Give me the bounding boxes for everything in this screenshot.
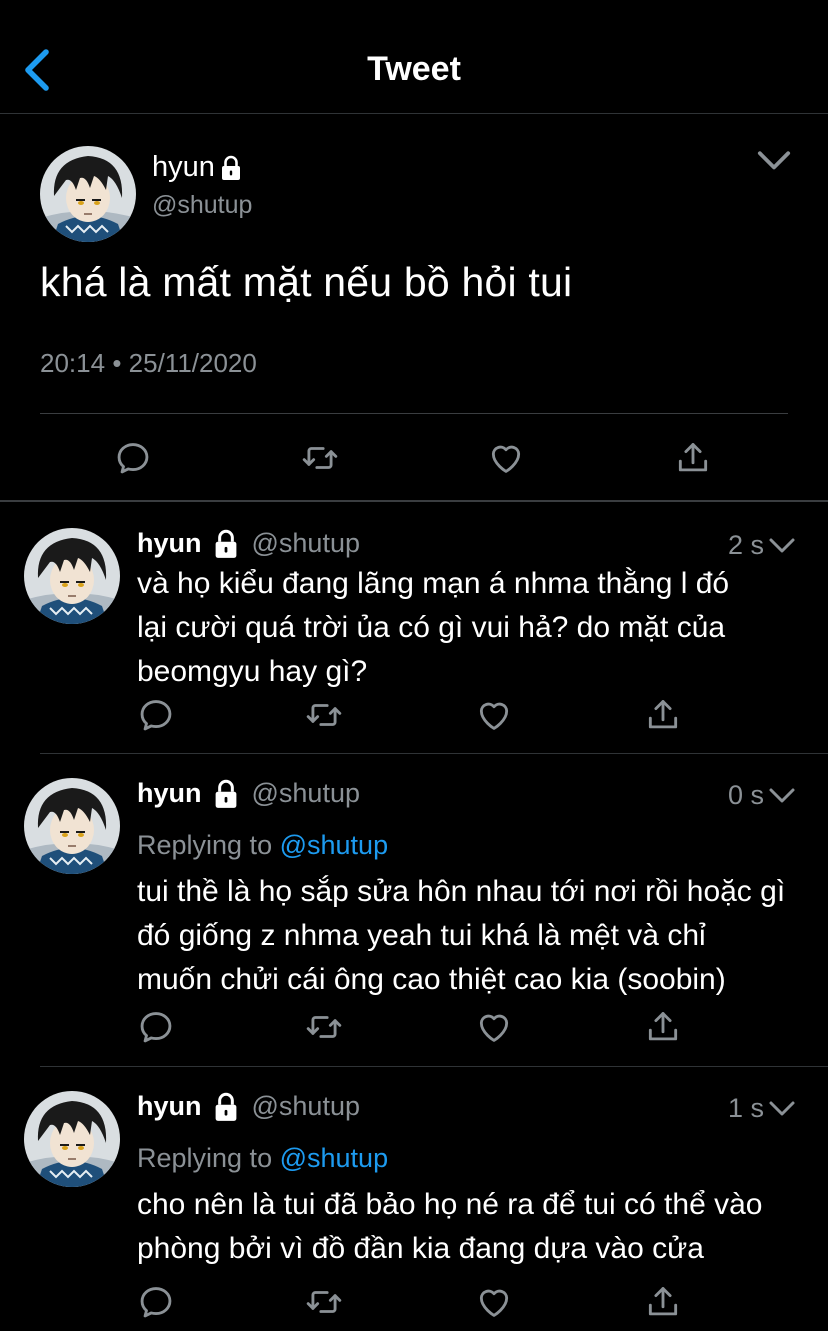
reply-text-line: tui thề là họ sắp sửa hôn nhau tới nơi r…	[137, 875, 786, 908]
reply-tweet[interactable]: hyun @shutup 2 s và họ kiểu đang lãng mạ…	[0, 504, 828, 754]
reply-header: hyun @shutup	[137, 1091, 360, 1122]
share-icon[interactable]	[674, 439, 712, 477]
author-handle[interactable]: @shutup	[252, 528, 360, 559]
page-title: Tweet	[367, 50, 461, 88]
reply-text-line: phòng bởi vì đồ đần kia đang dựa vào cửa	[137, 1232, 704, 1265]
share-icon[interactable]	[644, 1008, 682, 1046]
meta-separator: •	[112, 348, 122, 378]
tweet-date: 25/11/2020	[128, 348, 257, 378]
reply-icon[interactable]	[137, 1283, 175, 1321]
author-name[interactable]: hyun	[137, 528, 202, 559]
avatar[interactable]	[24, 778, 120, 874]
main-tweet: hyun @shutup khá là mất mặt nếu bồ hỏi t…	[0, 114, 828, 502]
reply-text-line: lại cười quá trời ủa có gì vui hả? do mặ…	[137, 611, 726, 644]
reply-header: hyun @shutup	[137, 528, 360, 559]
reply-icon[interactable]	[137, 1008, 175, 1046]
retweet-icon[interactable]	[305, 1283, 343, 1321]
tweet-text: khá là mất mặt nếu bồ hỏi tui	[40, 259, 573, 305]
lock-icon	[212, 779, 240, 809]
replying-to: Replying to @shutup	[137, 1143, 388, 1174]
reply-text-line: đó giống z nhma yeah tui khá là mệt và c…	[137, 919, 706, 952]
reply-header: hyun @shutup	[137, 778, 360, 809]
replying-to-label: Replying to	[137, 1143, 273, 1173]
reply-text-line: muốn chửi cái ông cao thiệt cao kia (soo…	[137, 963, 726, 996]
author-handle[interactable]: @shutup	[152, 191, 252, 220]
reply-text-line: beomgyu hay gì?	[137, 655, 368, 688]
reply-icon[interactable]	[114, 439, 152, 477]
author-name[interactable]: hyun	[137, 778, 202, 809]
retweet-icon[interactable]	[305, 696, 343, 734]
reply-time: 1 s	[727, 1093, 764, 1123]
share-icon[interactable]	[644, 1283, 682, 1321]
reply-time: 2 s	[727, 530, 764, 560]
author-name-text: hyun	[152, 151, 215, 183]
reply-text-line: và họ kiểu đang lãng mạn á nhma thằng l …	[137, 567, 730, 600]
tweet-time: 20:14	[40, 348, 106, 378]
replying-to-label: Replying to	[137, 830, 273, 860]
avatar[interactable]	[40, 146, 136, 242]
retweet-icon[interactable]	[301, 439, 339, 477]
reply-time: 0 s	[727, 780, 764, 810]
chevron-down-icon[interactable]	[756, 149, 792, 173]
avatar[interactable]	[24, 1091, 120, 1187]
share-icon[interactable]	[644, 696, 682, 734]
top-bar: Tweet	[0, 0, 828, 114]
reply-text: tui thề là họ sắp sửa hôn nhau tới nơi r…	[137, 870, 807, 1002]
reply-text-line: cho nên là tui đã bảo họ né ra để tui có…	[137, 1188, 763, 1221]
chevron-down-icon[interactable]	[768, 786, 796, 806]
chevron-down-icon[interactable]	[768, 536, 796, 556]
author-name[interactable]: hyun	[137, 1091, 202, 1122]
reply-text: cho nên là tui đã bảo họ né ra để tui có…	[137, 1183, 807, 1271]
replying-to: Replying to @shutup	[137, 830, 388, 861]
reply-tweet[interactable]: hyun @shutup 0 s Replying to @shutup tui…	[0, 754, 828, 1066]
reply-icon[interactable]	[137, 696, 175, 734]
tweet-timestamp: 20:14 • 25/11/2020	[40, 348, 257, 379]
mention-link[interactable]: @shutup	[280, 1143, 388, 1173]
author-name[interactable]: hyun	[152, 151, 243, 184]
like-icon[interactable]	[487, 439, 525, 477]
author-handle[interactable]: @shutup	[252, 1091, 360, 1122]
chevron-down-icon[interactable]	[768, 1099, 796, 1119]
lock-icon	[212, 529, 240, 559]
like-icon[interactable]	[475, 1283, 513, 1321]
like-icon[interactable]	[475, 1008, 513, 1046]
lock-icon	[219, 155, 243, 181]
author-handle[interactable]: @shutup	[252, 778, 360, 809]
action-bar	[0, 439, 828, 479]
mention-link[interactable]: @shutup	[280, 830, 388, 860]
reply-text: và họ kiểu đang lãng mạn á nhma thằng l …	[137, 562, 807, 694]
like-icon[interactable]	[475, 696, 513, 734]
retweet-icon[interactable]	[305, 1008, 343, 1046]
divider	[40, 413, 788, 414]
avatar[interactable]	[24, 528, 120, 624]
reply-tweet[interactable]: hyun @shutup 1 s Replying to @shutup cho…	[0, 1067, 828, 1331]
lock-icon	[212, 1092, 240, 1122]
